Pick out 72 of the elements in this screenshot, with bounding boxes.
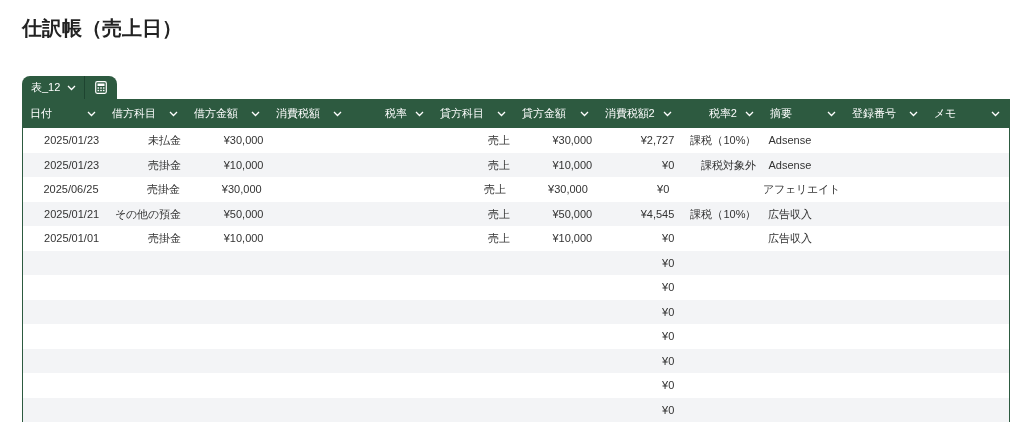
table-cell-text: 売上 — [487, 133, 511, 148]
table-cell-text: ¥0 — [661, 304, 676, 320]
table-cell-text: ¥0 — [661, 280, 676, 295]
table-cell-text: 売上 — [487, 231, 511, 246]
table-cell-text: ¥2,727 — [639, 133, 676, 148]
column-header[interactable]: 貸方金額 — [515, 99, 598, 128]
table-cell-text: ¥30,000 — [547, 182, 589, 197]
table-cell-text: 課税（10%） — [689, 206, 758, 222]
table-cell-text: ¥30,000 — [220, 182, 263, 197]
table-cell-text: ¥4,545 — [639, 206, 676, 222]
table-cell-text: Adsense — [767, 157, 813, 173]
table-cell-text: 売掛金 — [146, 182, 182, 197]
chevron-icon — [251, 110, 261, 117]
table-cell-text: 未払金 — [147, 133, 183, 148]
table-cell-text: 2025/01/01 — [43, 231, 101, 246]
chevron-icon — [67, 84, 77, 91]
table-cell-text: ¥0 — [661, 157, 676, 173]
table-cell-text: 売上 — [487, 157, 511, 173]
table-cell-text: ¥30,000 — [222, 133, 265, 148]
table-cell-text: ¥10,000 — [551, 157, 594, 173]
table-cell-text: ¥0 — [661, 378, 676, 393]
table-cell-text: 2025/06/25 — [42, 182, 100, 197]
table-cell-text: 2025/01/23 — [43, 133, 101, 148]
column-header[interactable]: 消費税額2 — [597, 99, 681, 128]
chevron-icon — [497, 110, 507, 117]
chevron-icon — [579, 110, 589, 117]
table-cell-text: 広告収入 — [767, 231, 814, 246]
column-header[interactable]: 消費税額 — [269, 99, 352, 128]
chevron-icon — [826, 110, 836, 117]
table-cell-text: Adsense — [767, 133, 813, 148]
chevron-icon — [333, 110, 343, 117]
table-cell-text: 2025/01/21 — [43, 206, 101, 222]
table-cell-text: ¥10,000 — [222, 157, 265, 173]
column-header[interactable]: 日付 — [23, 99, 106, 128]
table-cell-text: ¥0 — [661, 255, 676, 271]
chevron-icon — [87, 110, 97, 117]
table-cell-text: 売上 — [487, 206, 511, 222]
table-cell-text: ¥50,000 — [551, 206, 594, 222]
table-cell-text: 売掛金 — [147, 231, 183, 246]
chevron-icon — [415, 110, 425, 117]
table-cell-text: ¥0 — [661, 231, 676, 246]
table-cell-text: ¥0 — [661, 353, 676, 369]
column-header[interactable]: 摘要 — [762, 99, 845, 128]
chevron-icon — [991, 110, 1000, 117]
table-cell-text: 2025/01/23 — [43, 157, 101, 173]
column-header[interactable]: 借方金額 — [187, 99, 270, 128]
table-cell-text: ¥10,000 — [222, 231, 265, 246]
table-cell-text: アフェリエイト — [761, 182, 841, 197]
table-cell-text: ¥30,000 — [551, 133, 594, 148]
column-header[interactable]: メモ — [926, 99, 1009, 128]
table-cell-text: ¥0 — [656, 182, 671, 197]
table-cell-text: その他の預金 — [114, 206, 183, 222]
chevron-icon — [908, 110, 918, 117]
page-title: 仕訳帳（売上日） — [22, 16, 182, 41]
table-cell-text: ¥0 — [661, 329, 676, 344]
table-cell-text: 課税対象外 — [700, 157, 758, 173]
table-cell-text: ¥10,000 — [551, 231, 594, 246]
column-header[interactable]: 税率 — [351, 99, 434, 128]
table-cell-text: 売掛金 — [147, 157, 183, 173]
column-header[interactable]: 貸方科目 — [433, 99, 516, 128]
table-cell-text: ¥50,000 — [222, 206, 265, 222]
table-cell-text: 課税（10%） — [689, 133, 758, 148]
chevron-icon — [744, 110, 754, 117]
table-cell-text: ¥0 — [661, 402, 676, 418]
chevron-icon — [662, 110, 672, 117]
table-cell-text: 売上 — [483, 182, 508, 197]
table-selector[interactable]: 表_12 — [22, 76, 85, 99]
chevron-icon — [169, 110, 179, 117]
column-header[interactable]: 借方科目 — [105, 99, 188, 128]
table-cell-text: 広告収入 — [767, 206, 814, 222]
column-header[interactable]: 登録番号 — [844, 99, 927, 128]
column-header[interactable]: 税率2 — [680, 99, 763, 128]
